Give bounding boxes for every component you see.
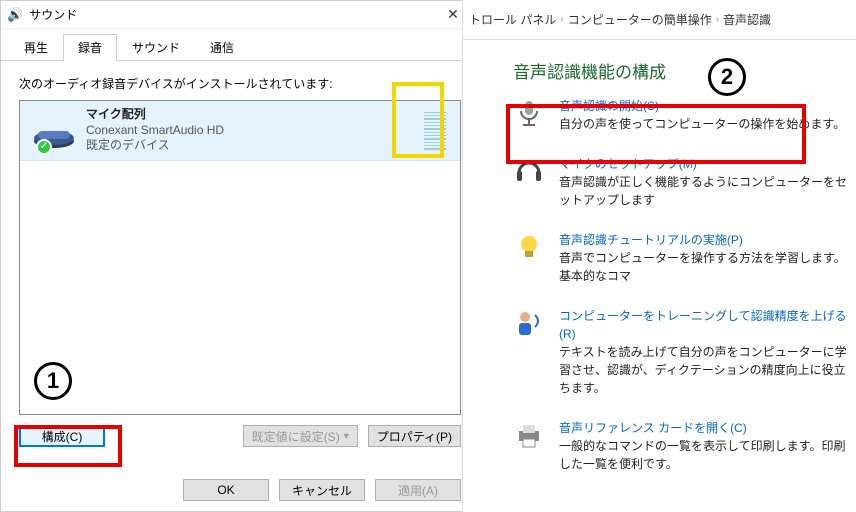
option-tutorial-desc: 音声でコンピューターを操作する方法を学習します。基本的なコマ — [559, 249, 850, 285]
device-button-row: 構成(C) 既定値に設定(S) ▾ プロパティ(P) — [19, 425, 461, 447]
option-start-desc: 自分の声を使ってコンピューターの操作を始めます。 — [559, 115, 850, 133]
sound-dialog: 🔊 サウンド ✕ 再生 録音 サウンド 通信 次のオーディオ録音デバイスがインス… — [0, 0, 480, 512]
dialog-bottom-row: OK キャンセル 適用(A) — [183, 479, 461, 501]
breadcrumb-speech[interactable]: 音声認識 — [723, 11, 771, 28]
option-train-link[interactable]: コンピューターをトレーニングして認識精度を上げる(R) — [559, 307, 850, 343]
set-default-label: 既定値に設定(S) — [252, 428, 340, 445]
panel-heading: 音声認識機能の構成 — [513, 58, 850, 83]
person-speaking-icon — [513, 307, 545, 339]
panel-body: 音声認識機能の構成 音声認識の開始(S) 自分の声を使ってコンピューターの操作を… — [463, 40, 856, 501]
dialog-content: 次のオーディオ録音デバイスがインストールされています: ✓ マイク配列 Cone… — [1, 61, 479, 457]
headset-icon — [513, 155, 545, 187]
device-default-label: 既定のデバイス — [86, 138, 416, 154]
configure-button[interactable]: 構成(C) — [19, 425, 105, 447]
lightbulb-icon — [513, 231, 545, 263]
chevron-right-icon: › — [560, 14, 563, 25]
option-start-link[interactable]: 音声認識の開始(S) — [559, 97, 850, 115]
breadcrumb-control-panel[interactable]: トロール パネル — [469, 11, 556, 28]
option-reference-desc: 一般的なコマンドの一覧を表示して印刷します。印刷した一覧を便利です。 — [559, 437, 850, 473]
chevron-right-icon: › — [716, 14, 719, 25]
printer-icon — [513, 419, 545, 451]
tab-communications[interactable]: 通信 — [195, 34, 249, 61]
annotation-circle-1: 1 — [34, 362, 72, 400]
instruction-text: 次のオーディオ録音デバイスがインストールされています: — [19, 75, 461, 92]
option-setup-mic-link[interactable]: マイクのセットアップ(M) — [559, 155, 850, 173]
chevron-down-icon: ▾ — [344, 431, 349, 442]
apply-button[interactable]: 適用(A) — [375, 479, 461, 501]
option-setup-mic-desc: 音声認識が正しく機能するようにコンピューターをセットアップします — [559, 173, 850, 209]
option-setup-mic: マイクのセットアップ(M) 音声認識が正しく機能するようにコンピューターをセット… — [513, 155, 850, 209]
properties-button[interactable]: プロパティ(P) — [368, 425, 461, 447]
titlebar: 🔊 サウンド ✕ — [1, 1, 479, 29]
speech-recognition-panel: トロール パネル › コンピューターの簡単操作 › 音声認識 音声認識機能の構成… — [462, 0, 856, 512]
option-tutorial-link[interactable]: 音声認識チュートリアルの実施(P) — [559, 231, 850, 249]
tab-recording[interactable]: 録音 — [63, 34, 117, 61]
ok-button[interactable]: OK — [183, 479, 269, 501]
option-start-speech: 音声認識の開始(S) 自分の声を使ってコンピューターの操作を始めます。 — [513, 97, 850, 133]
speaker-icon: 🔊 — [7, 7, 23, 23]
annotation-circle-2: 2 — [708, 58, 746, 96]
level-meter — [424, 112, 446, 150]
option-tutorial: 音声認識チュートリアルの実施(P) 音声でコンピューターを操作する方法を学習しま… — [513, 231, 850, 285]
microphone-icon — [513, 97, 545, 129]
tab-playback[interactable]: 再生 — [9, 34, 63, 61]
option-train-desc: テキストを読み上げて自分の声をコンピューターに学習させ、認識が、ディクテーション… — [559, 343, 850, 397]
set-default-button[interactable]: 既定値に設定(S) ▾ — [243, 425, 358, 447]
device-list[interactable]: ✓ マイク配列 Conexant SmartAudio HD 既定のデバイス — [19, 100, 461, 415]
tabs-bar: 再生 録音 サウンド 通信 — [1, 29, 479, 61]
device-subtitle: Conexant SmartAudio HD — [86, 123, 416, 139]
device-text: マイク配列 Conexant SmartAudio HD 既定のデバイス — [86, 107, 416, 154]
device-name: マイク配列 — [86, 107, 416, 123]
option-reference: 音声リファレンス カードを開く(C) 一般的なコマンドの一覧を表示して印刷します… — [513, 419, 850, 473]
cancel-button[interactable]: キャンセル — [279, 479, 365, 501]
checkmark-icon: ✓ — [36, 139, 52, 155]
window-title: サウンド — [29, 6, 433, 23]
tab-sounds[interactable]: サウンド — [117, 34, 195, 61]
option-reference-link[interactable]: 音声リファレンス カードを開く(C) — [559, 419, 850, 437]
breadcrumb: トロール パネル › コンピューターの簡単操作 › 音声認識 — [463, 0, 856, 40]
option-train: コンピューターをトレーニングして認識精度を上げる(R) テキストを読み上げて自分… — [513, 307, 850, 397]
microphone-array-icon: ✓ — [30, 111, 78, 151]
device-item[interactable]: ✓ マイク配列 Conexant SmartAudio HD 既定のデバイス — [20, 101, 460, 161]
breadcrumb-ease-of-access[interactable]: コンピューターの簡単操作 — [568, 11, 712, 28]
